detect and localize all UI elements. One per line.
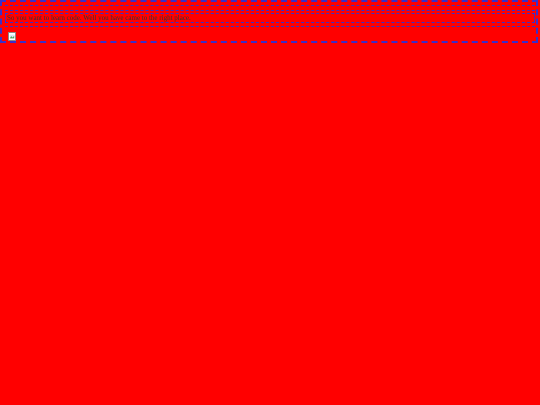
- image-row: [5, 26, 535, 43]
- broken-image-icon: [8, 32, 16, 41]
- intro-text: So you want to learn code. Well you have…: [5, 13, 535, 23]
- header-bar: [5, 5, 535, 11]
- page-container: So you want to learn code. Well you have…: [0, 0, 538, 43]
